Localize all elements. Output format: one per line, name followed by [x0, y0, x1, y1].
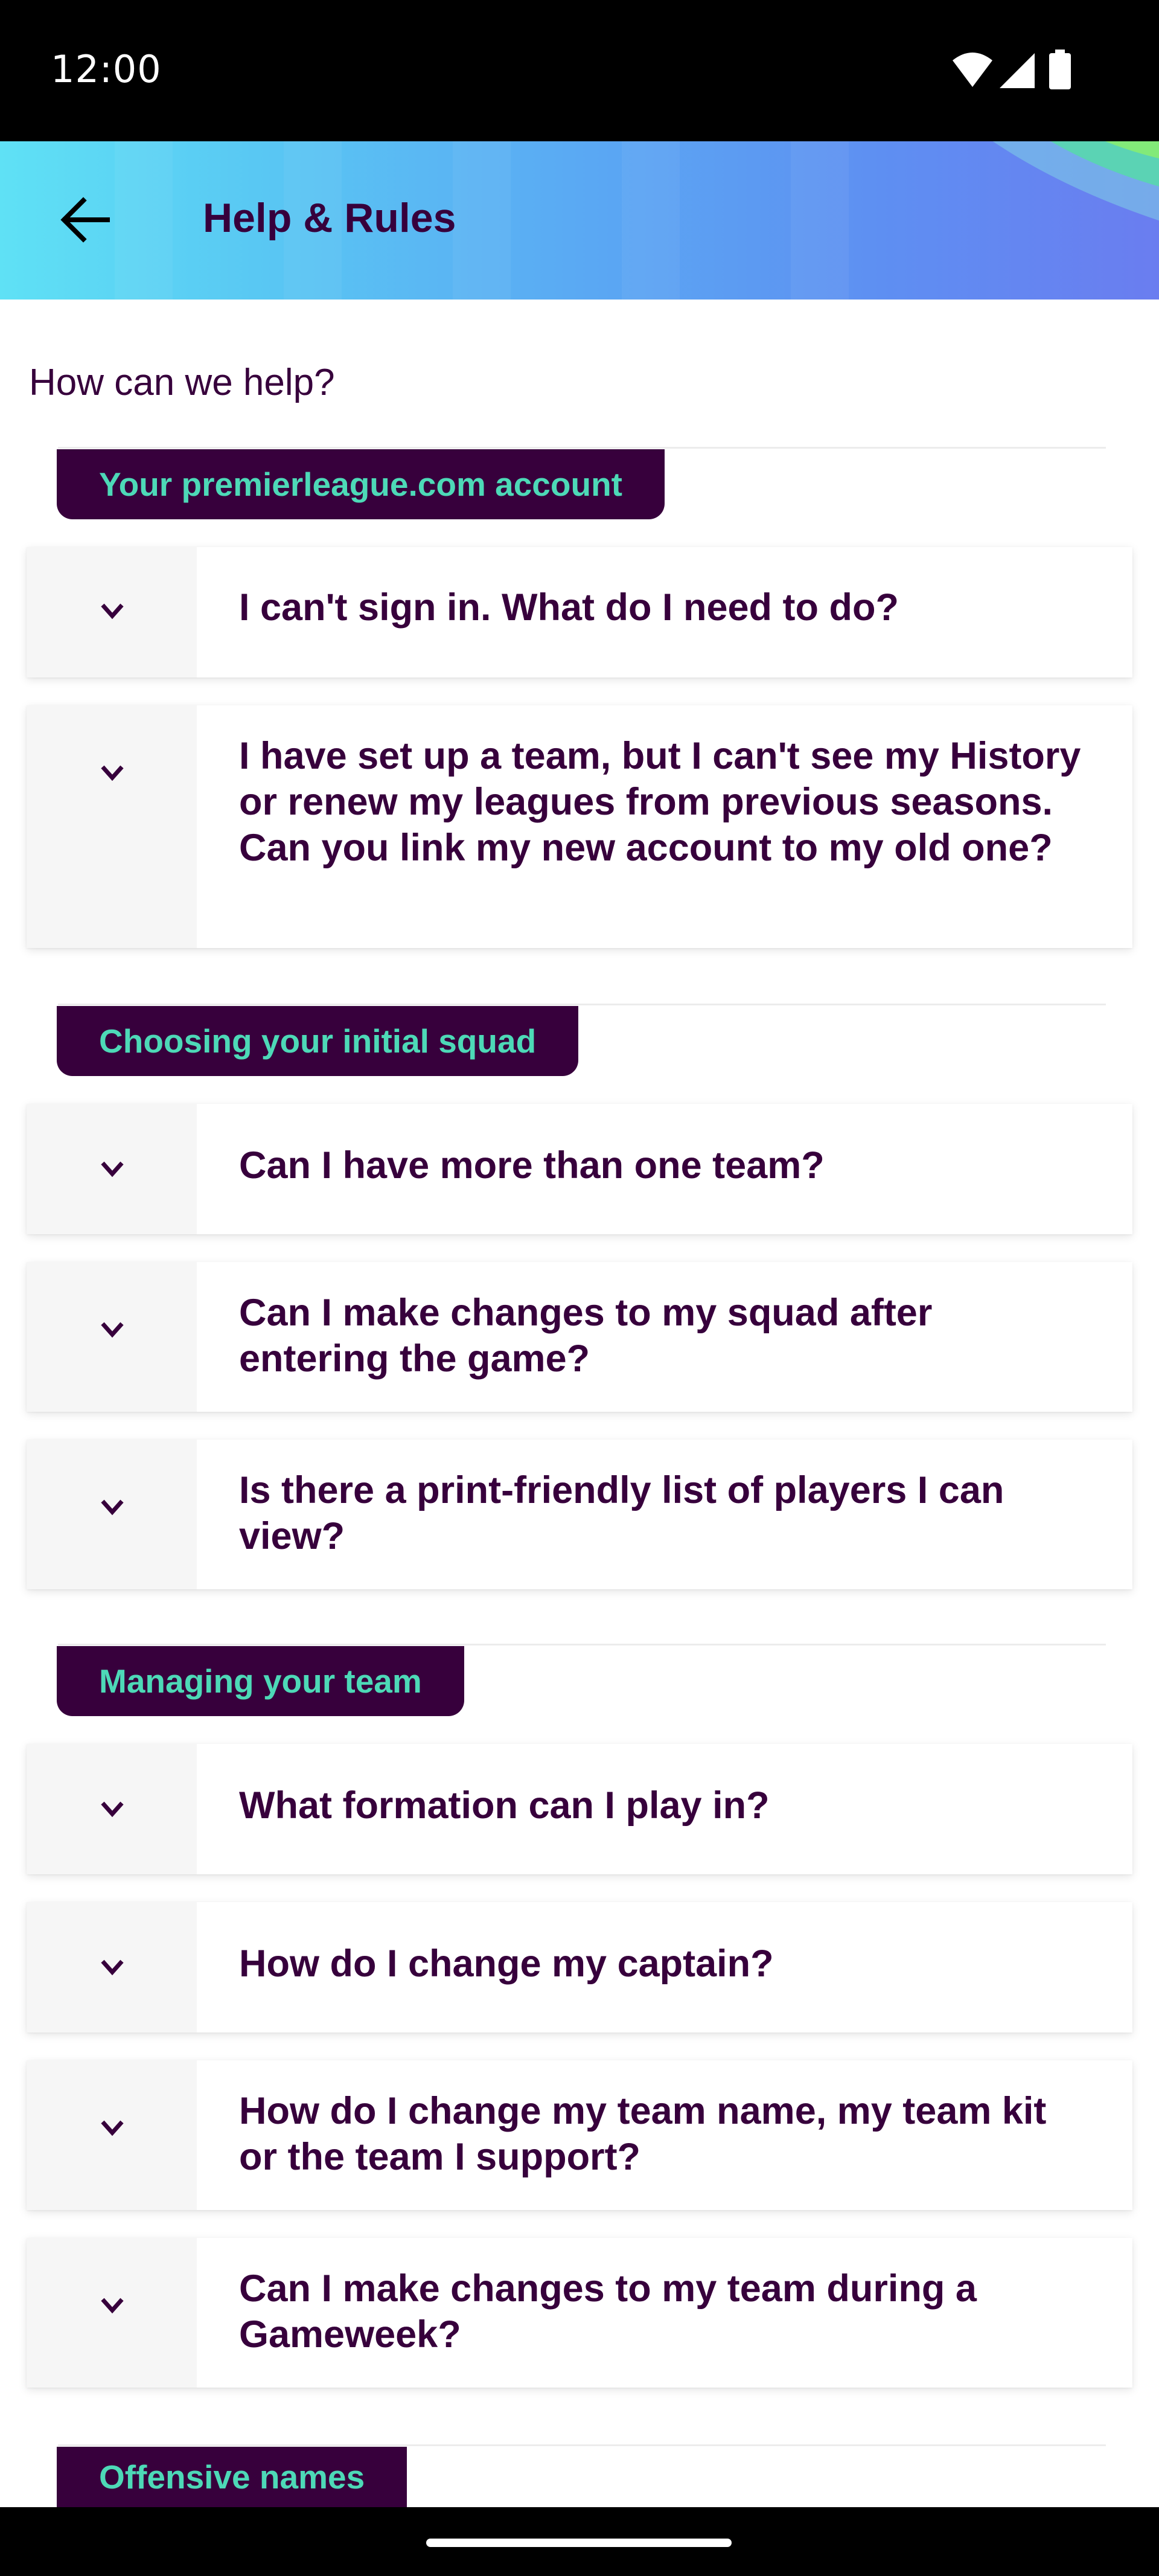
section-divider — [58, 447, 1106, 449]
battery-icon — [1049, 50, 1071, 89]
faq-question: Can I make changes to my squad after ent… — [239, 1292, 933, 1380]
faq-question: How do I change my captain? — [239, 1943, 774, 1985]
faq-item[interactable]: What formation can I play in? — [27, 1744, 1132, 1874]
back-button[interactable] — [42, 178, 127, 262]
faq-toggle[interactable] — [27, 2060, 197, 2210]
wifi-icon — [953, 53, 992, 87]
section-divider — [58, 2444, 1106, 2446]
status-time: 12:00 — [51, 47, 162, 91]
app-bar: Help & Rules — [0, 141, 1159, 300]
system-navigation-bar — [0, 2507, 1159, 2576]
chevron-down-icon — [101, 1959, 124, 1976]
faq-question: Is there a print-friendly list of player… — [239, 1469, 1004, 1557]
chevron-down-icon — [101, 2298, 124, 2314]
faq-question: I have set up a team, but I can't see my… — [239, 735, 1081, 869]
decorative-wave-pattern — [992, 141, 1159, 221]
arrow-left-icon — [60, 197, 110, 243]
chevron-down-icon — [101, 2120, 124, 2136]
faq-toggle[interactable] — [27, 1744, 197, 1874]
section-header-account: Your premierleague.com account — [57, 449, 665, 519]
faq-item[interactable]: Can I make changes to my squad after ent… — [27, 1262, 1132, 1412]
faq-item[interactable]: Is there a print-friendly list of player… — [27, 1440, 1132, 1589]
faq-toggle[interactable] — [27, 547, 197, 678]
signal-icon — [1000, 53, 1035, 88]
faq-toggle[interactable] — [27, 705, 197, 948]
faq-item[interactable]: I can't sign in. What do I need to do? — [27, 547, 1132, 678]
faq-item[interactable]: Can I make changes to my team during a G… — [27, 2238, 1132, 2388]
chevron-down-icon — [101, 1801, 124, 1818]
faq-toggle[interactable] — [27, 1902, 197, 2033]
faq-item[interactable]: How do I change my team name, my team ki… — [27, 2060, 1132, 2210]
faq-question: Can I have more than one team? — [239, 1144, 825, 1187]
chevron-down-icon — [101, 1499, 124, 1516]
faq-toggle[interactable] — [27, 2238, 197, 2388]
chevron-down-icon — [101, 765, 124, 781]
faq-question: What formation can I play in? — [239, 1784, 770, 1827]
section-header-initial-squad: Choosing your initial squad — [57, 1006, 579, 1076]
help-prompt: How can we help? — [29, 362, 335, 403]
faq-toggle[interactable] — [27, 1104, 197, 1234]
faq-question: Can I make changes to my team during a G… — [239, 2267, 977, 2356]
status-icons — [951, 50, 1084, 89]
page-title: Help & Rules — [203, 195, 456, 241]
faq-toggle[interactable] — [27, 1262, 197, 1412]
chevron-down-icon — [101, 1161, 124, 1177]
section-divider — [58, 1004, 1106, 1005]
section-title: Offensive names — [99, 2458, 365, 2496]
faq-toggle[interactable] — [27, 1440, 197, 1589]
faq-item[interactable]: Can I have more than one team? — [27, 1104, 1132, 1234]
chevron-down-icon — [101, 1322, 124, 1338]
faq-item[interactable]: I have set up a team, but I can't see my… — [27, 705, 1132, 948]
home-gesture-handle[interactable] — [426, 2539, 732, 2547]
status-bar: 12:00 — [0, 0, 1159, 141]
faq-item[interactable]: How do I change my captain? — [27, 1902, 1132, 2033]
faq-question: How do I change my team name, my team ki… — [239, 2090, 1047, 2178]
faq-question: I can't sign in. What do I need to do? — [239, 586, 899, 629]
chevron-down-icon — [101, 603, 124, 620]
section-header-managing-team: Managing your team — [57, 1646, 464, 1716]
section-title: Choosing your initial squad — [99, 1022, 537, 1060]
section-title: Managing your team — [99, 1662, 422, 1700]
section-title: Your premierleague.com account — [99, 466, 623, 503]
section-header-offensive-names: Offensive names — [57, 2447, 407, 2507]
section-divider — [58, 1644, 1106, 1645]
